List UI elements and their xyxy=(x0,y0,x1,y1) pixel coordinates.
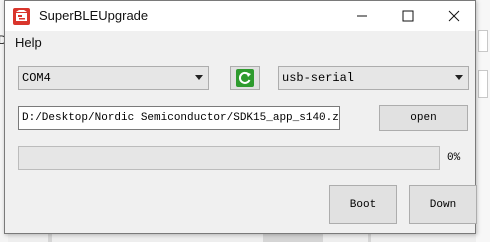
port-select-value: COM4 xyxy=(22,71,51,85)
minimize-icon xyxy=(357,15,367,17)
maximize-button[interactable] xyxy=(385,1,431,31)
menu-bar: Help xyxy=(5,31,475,53)
background-strip xyxy=(478,70,488,98)
menu-help[interactable]: Help xyxy=(15,35,42,50)
refresh-icon xyxy=(236,69,254,87)
progress-bar xyxy=(18,146,440,170)
app-window: SuperBLEUpgrade Help COM4 usb-serial D:/… xyxy=(4,0,477,234)
open-button[interactable]: open xyxy=(379,105,468,131)
minimize-button[interactable] xyxy=(339,1,385,31)
down-button[interactable]: Down xyxy=(409,185,477,224)
boot-button[interactable]: Boot xyxy=(329,185,397,224)
refresh-button[interactable] xyxy=(230,66,260,90)
app-icon xyxy=(13,8,30,25)
transport-select-value: usb-serial xyxy=(282,71,355,85)
transport-select[interactable]: usb-serial xyxy=(278,66,469,90)
progress-percent: 0% xyxy=(447,152,461,164)
port-select[interactable]: COM4 xyxy=(18,66,209,90)
maximize-icon xyxy=(402,10,414,22)
close-icon xyxy=(448,10,460,22)
title-bar[interactable]: SuperBLEUpgrade xyxy=(5,1,475,31)
close-button[interactable] xyxy=(431,1,477,31)
chevron-down-icon xyxy=(195,75,203,80)
background-window-right xyxy=(475,0,490,242)
chevron-down-icon xyxy=(455,75,463,80)
background-strip xyxy=(478,30,488,52)
window-title: SuperBLEUpgrade xyxy=(39,8,149,23)
file-path-input[interactable]: D:/Desktop/Nordic Semiconductor/SDK15_ap… xyxy=(18,106,340,130)
